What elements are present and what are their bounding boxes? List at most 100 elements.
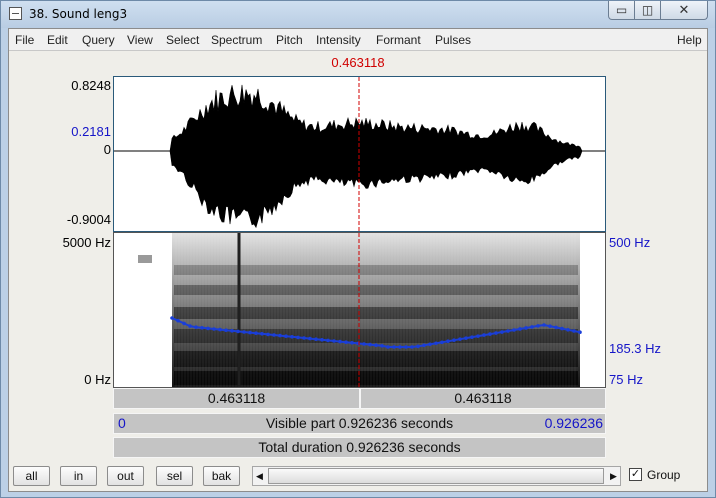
pitch-point [224,328,228,332]
pitch-point [380,344,384,348]
pitch-point [464,336,468,340]
pitch-point [284,334,288,338]
pitch-point [410,345,414,349]
scroll-right-icon[interactable]: ▶ [607,467,620,485]
pitch-point [560,326,564,331]
zoom-out-button[interactable]: out [107,466,144,486]
pitch-point [398,345,402,349]
pitch-point [332,339,336,343]
waveform-max-label: 0.8248 [71,78,111,93]
minimize-button[interactable]: ▭ [608,1,635,20]
pitch-point [296,335,300,340]
spectrogram-graphic [138,233,582,387]
pitch-point [188,324,192,328]
menu-spectrum[interactable]: Spectrum [211,33,262,47]
pitch-point [170,316,174,320]
segment-right-bar[interactable]: 0.463118 [360,388,606,409]
menu-help[interactable]: Help [677,33,702,47]
pitch-point [302,336,306,340]
pitch-point [572,329,576,333]
pitch-point [500,330,504,334]
editor-client-area: File Edit Query View Select Spectrum Pit… [8,28,708,492]
pitch-point [554,325,558,330]
visible-end: 0.926236 [544,415,603,431]
pitch-point [578,330,582,334]
menu-query[interactable]: Query [82,33,115,47]
close-button[interactable]: ✕ [660,1,708,20]
visible-part-bar[interactable]: 0 Visible part 0.926236 seconds 0.926236 [113,413,606,434]
pitch-point [434,341,438,346]
menu-edit[interactable]: Edit [47,33,68,47]
menu-bar: File Edit Query View Select Spectrum Pit… [9,29,707,51]
pitch-point [476,334,480,338]
pitch-point [236,329,240,334]
segment-left-bar[interactable]: 0.463118 [113,388,360,409]
total-duration-bar[interactable]: Total duration 0.926236 seconds [113,437,606,458]
bottom-toolbar: all in out sel bak ◀ ▶ ✓ Group [9,463,707,491]
pitch-point [374,343,378,347]
spectrogram-min-freq: 0 Hz [84,372,111,387]
pitch-point [182,321,186,326]
menu-intensity[interactable]: Intensity [316,33,361,47]
pitch-point [290,335,294,339]
menu-select[interactable]: Select [166,33,199,47]
waveform-panel[interactable] [113,76,606,232]
zoom-in-button[interactable]: in [60,466,97,486]
pitch-max-label: 500 Hz [609,235,651,250]
zoom-back-button[interactable]: bak [203,466,240,486]
pitch-cursor-value: 185.3 Hz [609,341,662,356]
pitch-point [254,331,258,335]
pitch-point [524,326,528,330]
menu-pulses[interactable]: Pulses [435,33,471,47]
title-bar[interactable]: 38. Sound leng3 ▭ ◫ ✕ [1,1,715,28]
window-title: 38. Sound leng3 [29,7,128,21]
pitch-point [200,326,204,330]
pitch-point [530,325,534,329]
waveform-min-label: -0.9004 [66,212,111,227]
waveform-zero-label: 0 [103,142,111,157]
pitch-point [320,338,324,342]
pitch-point [344,340,348,344]
pitch-min-label: 75 Hz [609,372,643,387]
pitch-point [308,336,312,341]
pitch-point [428,342,432,347]
spectrogram-max-freq: 5000 Hz [62,235,111,250]
menu-view[interactable]: View [127,33,153,47]
horizontal-scrollbar[interactable]: ◀ ▶ [252,466,621,486]
pitch-point [512,328,516,332]
spectrogram-panel[interactable] [113,232,606,388]
zoom-all-button[interactable]: all [13,466,50,486]
scroll-thumb[interactable] [268,468,604,484]
pitch-point [218,327,222,332]
menu-pitch[interactable]: Pitch [276,33,303,47]
waveform-cursor-value: 0.2181 [71,124,111,139]
pitch-point [458,337,462,341]
pitch-point [542,323,546,327]
pitch-point [278,333,282,338]
pitch-point [488,332,492,336]
window-app-icon[interactable] [9,7,22,20]
menu-formant[interactable]: Formant [376,33,421,47]
menu-file[interactable]: File [15,33,34,47]
pitch-point [260,332,264,336]
maximize-button[interactable]: ◫ [634,1,661,20]
pitch-point [404,345,408,349]
scroll-left-icon[interactable]: ◀ [253,467,266,485]
pitch-point [362,342,366,346]
pitch-point [368,342,372,347]
pitch-point [446,339,450,344]
zoom-selection-button[interactable]: sel [156,466,193,486]
pitch-point [248,330,252,335]
pitch-point [206,326,210,331]
pitch-point [482,333,486,337]
visible-part-label: Visible part 0.926236 seconds [265,415,454,431]
pitch-point [266,332,270,337]
pitch-point [518,327,522,331]
pitch-point [326,338,330,343]
pitch-point [386,345,390,349]
waveform-graphic [114,77,605,231]
pitch-point [212,327,216,331]
pitch-point [194,325,198,329]
group-checkbox[interactable]: ✓ [629,468,642,481]
pitch-point [242,330,246,334]
